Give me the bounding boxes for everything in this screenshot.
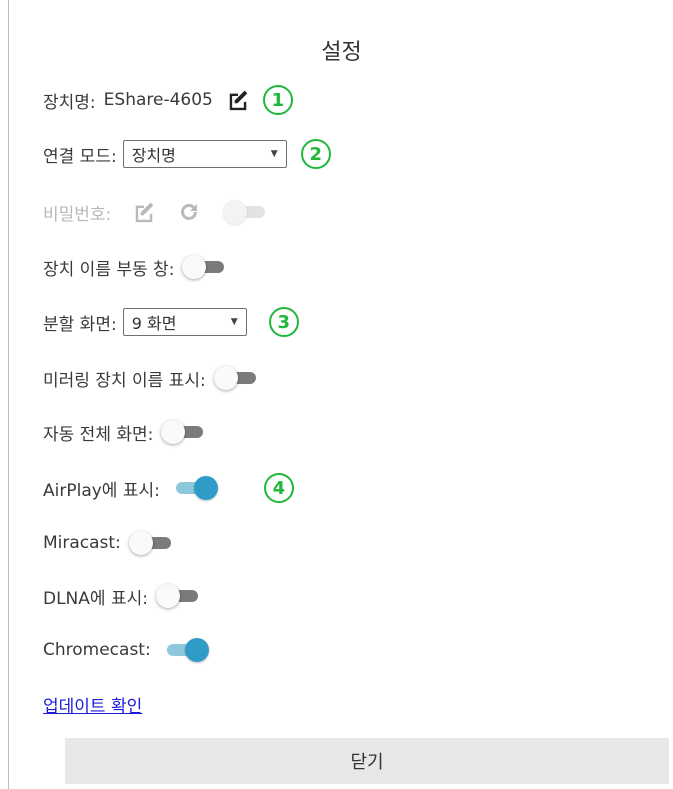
split-screen-value: 9 화면: [131, 314, 177, 333]
password-toggle[interactable]: [223, 200, 267, 224]
auto-fullscreen-row: 자동 전체 화면:: [43, 416, 205, 448]
airplay-label: AirPlay에 표시:: [43, 480, 160, 501]
floating-window-label: 장치 이름 부동 창:: [43, 259, 175, 280]
refresh-icon[interactable]: [177, 200, 201, 224]
floating-window-toggle[interactable]: [182, 255, 226, 279]
airplay-row: AirPlay에 표시: 4: [43, 472, 294, 504]
airplay-toggle[interactable]: [174, 476, 218, 500]
split-screen-select[interactable]: 9 화면 ▼: [122, 308, 247, 336]
check-update-link[interactable]: 업데이트 확인: [43, 692, 142, 717]
device-name-value: EShare-4605: [103, 90, 213, 110]
password-edit-icon[interactable]: [133, 201, 155, 223]
callout-badge-3: 3: [268, 307, 299, 337]
chromecast-toggle[interactable]: [165, 638, 209, 662]
password-label: 비밀번호:: [43, 204, 112, 225]
chromecast-row: Chromecast:: [43, 634, 209, 666]
connect-mode-select[interactable]: 장치명 ▼: [122, 140, 287, 168]
miracast-row: Miracast:: [43, 527, 173, 559]
dropdown-arrow-icon: ▼: [230, 317, 238, 327]
miracast-label: Miracast:: [43, 533, 121, 553]
connect-mode-label: 연결 모드:: [43, 146, 117, 167]
dlna-toggle[interactable]: [155, 584, 200, 608]
mirroring-name-label: 미러링 장치 이름 표시:: [43, 370, 206, 391]
split-screen-row: 분할 화면: 9 화면 ▼ 3: [43, 306, 299, 338]
chromecast-label: Chromecast:: [43, 640, 151, 660]
connect-mode-value: 장치명: [131, 146, 176, 165]
dialog-title: 설정: [321, 40, 362, 65]
device-name-row: 장치명: EShare-4605 1: [43, 84, 293, 116]
callout-badge-4: 4: [263, 473, 294, 503]
auto-fullscreen-toggle[interactable]: [161, 420, 205, 444]
password-row: 비밀번호:: [43, 196, 267, 228]
miracast-toggle[interactable]: [128, 531, 173, 555]
device-name-label: 장치명:: [43, 92, 96, 113]
callout-badge-1: 1: [262, 85, 293, 115]
callout-badge-2: 2: [300, 139, 331, 169]
mirroring-name-row: 미러링 장치 이름 표시:: [43, 362, 258, 394]
floating-window-row: 장치 이름 부동 창:: [43, 251, 226, 283]
dlna-label: DLNA에 표시:: [43, 588, 148, 609]
edit-icon[interactable]: [227, 89, 249, 111]
connect-mode-row: 연결 모드: 장치명 ▼ 2: [43, 138, 331, 170]
dropdown-arrow-icon: ▼: [270, 149, 278, 159]
split-screen-label: 분할 화면:: [43, 314, 117, 335]
dlna-row: DLNA에 표시:: [43, 580, 200, 612]
mirroring-name-toggle[interactable]: [213, 366, 258, 390]
close-button[interactable]: 닫기: [65, 738, 669, 784]
auto-fullscreen-label: 자동 전체 화면:: [43, 424, 154, 445]
settings-dialog: 설정 장치명: EShare-4605 1 연결 모드: 장치명 ▼ 2 비밀번…: [8, 0, 673, 789]
